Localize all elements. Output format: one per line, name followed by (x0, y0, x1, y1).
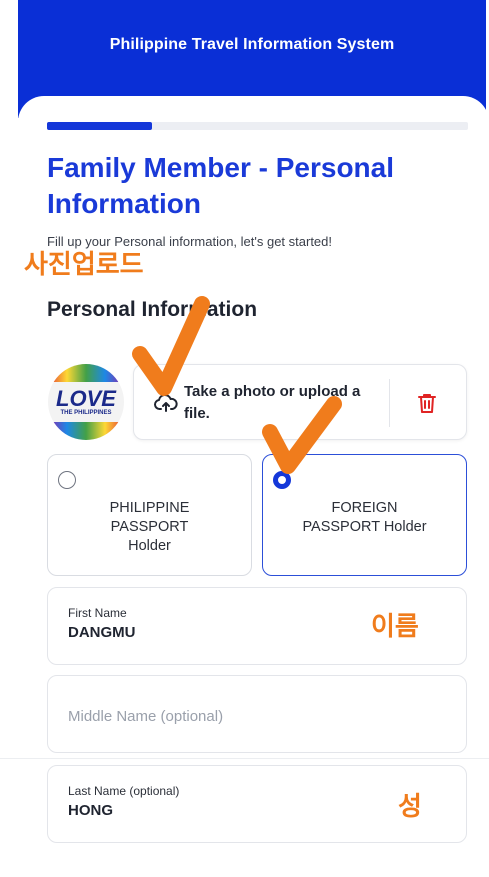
annotation-first-name: 이름 (371, 612, 419, 642)
checkmark-icon (132, 296, 210, 396)
upload-divider (389, 379, 390, 427)
philippine-passport-label: PHILIPPINE PASSPORT Holder (109, 500, 190, 554)
progress-bar (47, 122, 468, 130)
app-title: Philippine Travel Information System (109, 36, 395, 53)
radio-philippine-passport[interactable] (58, 471, 76, 489)
annotation-photo-upload: 사진업로드 (24, 250, 144, 280)
love-philippines-logo: LOVE THE PHILIPPINES (48, 364, 124, 440)
logo-subtext: THE PHILIPPINES (60, 410, 112, 416)
last-name-value[interactable]: HONG (68, 802, 113, 819)
logo-band-top (48, 364, 124, 382)
middle-name-field[interactable]: Middle Name (optional) (47, 675, 467, 753)
checkmark-icon (262, 396, 342, 474)
last-name-label: Last Name (optional) (68, 784, 180, 798)
foreign-passport-label: FOREIGN PASSPORT Holder (302, 500, 427, 535)
first-name-label: First Name (68, 606, 127, 620)
middle-name-placeholder[interactable]: Middle Name (optional) (68, 708, 223, 725)
first-name-value[interactable]: DANGMU (68, 624, 136, 641)
trash-icon[interactable] (416, 391, 438, 415)
logo-text: LOVE (56, 386, 116, 411)
logo-band-bottom (48, 422, 124, 440)
annotation-last-name: 성 (398, 792, 422, 822)
philippine-passport-option[interactable]: PHILIPPINE PASSPORT Holder (47, 454, 252, 576)
progress-fill (47, 122, 153, 130)
divider-line (0, 758, 489, 759)
page-title: Family Member - Personal Information (47, 152, 395, 219)
